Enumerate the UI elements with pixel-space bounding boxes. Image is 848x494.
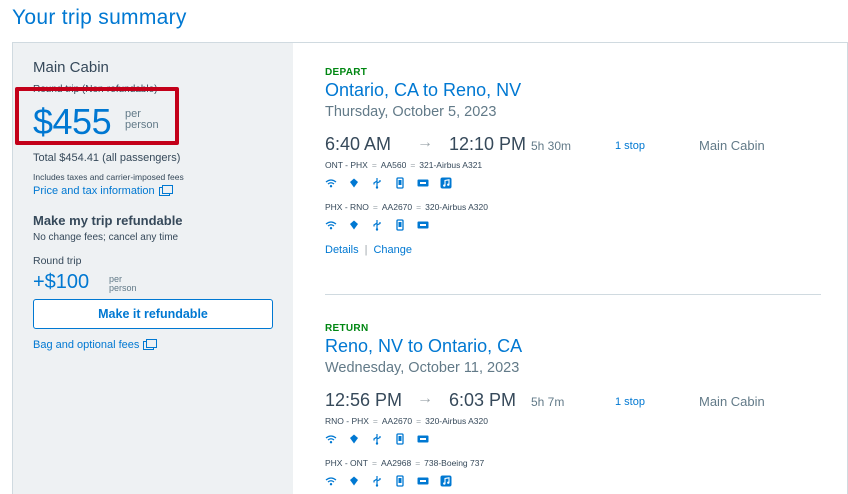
flight-number: AA2670 [381,416,413,426]
refund-person-word: person [109,283,137,293]
price-tax-link-label: Price and tax information [33,185,155,197]
change-link[interactable]: Change [373,244,412,256]
external-window-icon [158,184,173,196]
usb-icon [371,474,383,487]
return-segment: RETURN Reno, NV to Ontario, CA Wednesday… [325,323,825,487]
power-icon [348,432,360,444]
flight-number: AA560 [380,160,407,170]
refund-subtitle: No change fees; cancel any time [33,232,179,243]
price-per-person: $455 [33,101,112,142]
aircraft: 738-Boeing 737 [424,458,485,468]
leg-info: PHX - RNO = AA2670 = 320-Airbus A320 [325,202,488,212]
usb-icon [371,218,383,231]
trip-summary-card: Main Cabin Round trip (Non-refundable) $… [12,42,848,494]
leg-info: PHX - ONT = AA2968 = 738-Boeing 737 [325,458,485,468]
leg-info: ONT - PHX = AA560 = 321-Airbus A321 [325,160,483,170]
refund-price: +$100 [33,271,90,293]
arrival-time: 6:03 PM [449,390,517,410]
arrow-icon: → [417,134,433,151]
power-icon [348,176,360,188]
flight-duration: 5h 7m [531,395,565,409]
price-per-label: per person [125,109,159,131]
wifi-icon [325,218,337,230]
depart-time-row: 6:40 AM → 12:10 PM 5h 30m 1 stop Main Ca… [325,134,825,158]
depart-route: Ontario, CA to Reno, NV [325,80,522,100]
fare-type: Round trip (Non-refundable) [33,84,158,95]
cabin-class: Main Cabin [699,394,765,409]
stops-link[interactable]: 1 stop [615,140,645,152]
flight-number: AA2968 [380,458,412,468]
external-window-icon [143,338,158,350]
details-link[interactable]: Details [325,244,359,256]
refund-title: Make my trip refundable [33,213,183,228]
device-entertainment-icon [394,218,406,231]
departure-time: 12:56 PM [325,390,403,410]
usb-icon [371,176,383,189]
music-icon [440,176,452,189]
arrival-time: 12:10 PM [449,134,527,154]
wifi-icon [325,432,337,444]
taxes-note: Includes taxes and carrier-imposed fees [33,172,184,182]
refund-per-label: per person [109,275,137,293]
leg-info: RNO - PHX = AA2670 = 320-Airbus A320 [325,416,488,426]
make-refundable-button[interactable]: Make it refundable [33,299,273,329]
departure-time: 6:40 AM [325,134,392,154]
cabin-class: Main Cabin [699,138,765,153]
person-word: person [125,119,159,131]
tv-icon [417,176,429,188]
return-date: Wednesday, October 11, 2023 [325,360,520,376]
amenities-row [325,176,825,189]
aircraft: 320-Airbus A320 [425,416,488,426]
amenities-row [325,474,825,487]
tv-icon [417,218,429,230]
total-price: Total $454.41 (all passengers) [33,152,181,164]
flight-number: AA2670 [381,202,413,212]
segment-divider [325,294,821,295]
return-time-row: 12:56 PM → 6:03 PM 5h 7m 1 stop Main Cab… [325,390,825,414]
device-entertainment-icon [394,474,406,487]
wifi-icon [325,176,337,188]
leg-route: ONT - PHX [325,160,368,170]
music-icon [440,474,452,487]
leg-route: RNO - PHX [325,416,369,426]
depart-date: Thursday, October 5, 2023 [325,104,497,120]
arrow-icon: → [417,390,433,407]
amenities-row [325,218,825,231]
depart-segment: DEPART Ontario, CA to Reno, NV Thursday,… [325,67,825,256]
amenities-row [325,432,825,445]
usb-icon [371,432,383,445]
power-icon [348,218,360,230]
flight-duration: 5h 30m [531,139,572,153]
depart-label: DEPART [325,67,368,78]
power-icon [348,474,360,486]
cabin-name: Main Cabin [33,59,109,76]
bag-fees-link-label: Bag and optional fees [33,339,140,351]
price-sidebar: Main Cabin Round trip (Non-refundable) $… [13,43,293,494]
return-route: Reno, NV to Ontario, CA [325,336,523,356]
aircraft: 321-Airbus A321 [419,160,483,170]
leg-route: PHX - RNO [325,202,369,212]
price-tax-info-link[interactable]: Price and tax information [33,184,173,197]
wifi-icon [325,474,337,486]
round-trip-label: Round trip [33,255,82,267]
tv-icon [417,432,429,444]
tv-icon [417,474,429,486]
return-label: RETURN [325,323,369,334]
bag-fees-link[interactable]: Bag and optional fees [33,338,158,351]
leg-route: PHX - ONT [325,458,368,468]
device-entertainment-icon [394,176,406,189]
aircraft: 320-Airbus A320 [425,202,488,212]
segment-actions: Details | Change [325,244,413,256]
page-title: Your trip summary [12,6,187,29]
device-entertainment-icon [394,432,406,445]
stops-link[interactable]: 1 stop [615,396,645,408]
